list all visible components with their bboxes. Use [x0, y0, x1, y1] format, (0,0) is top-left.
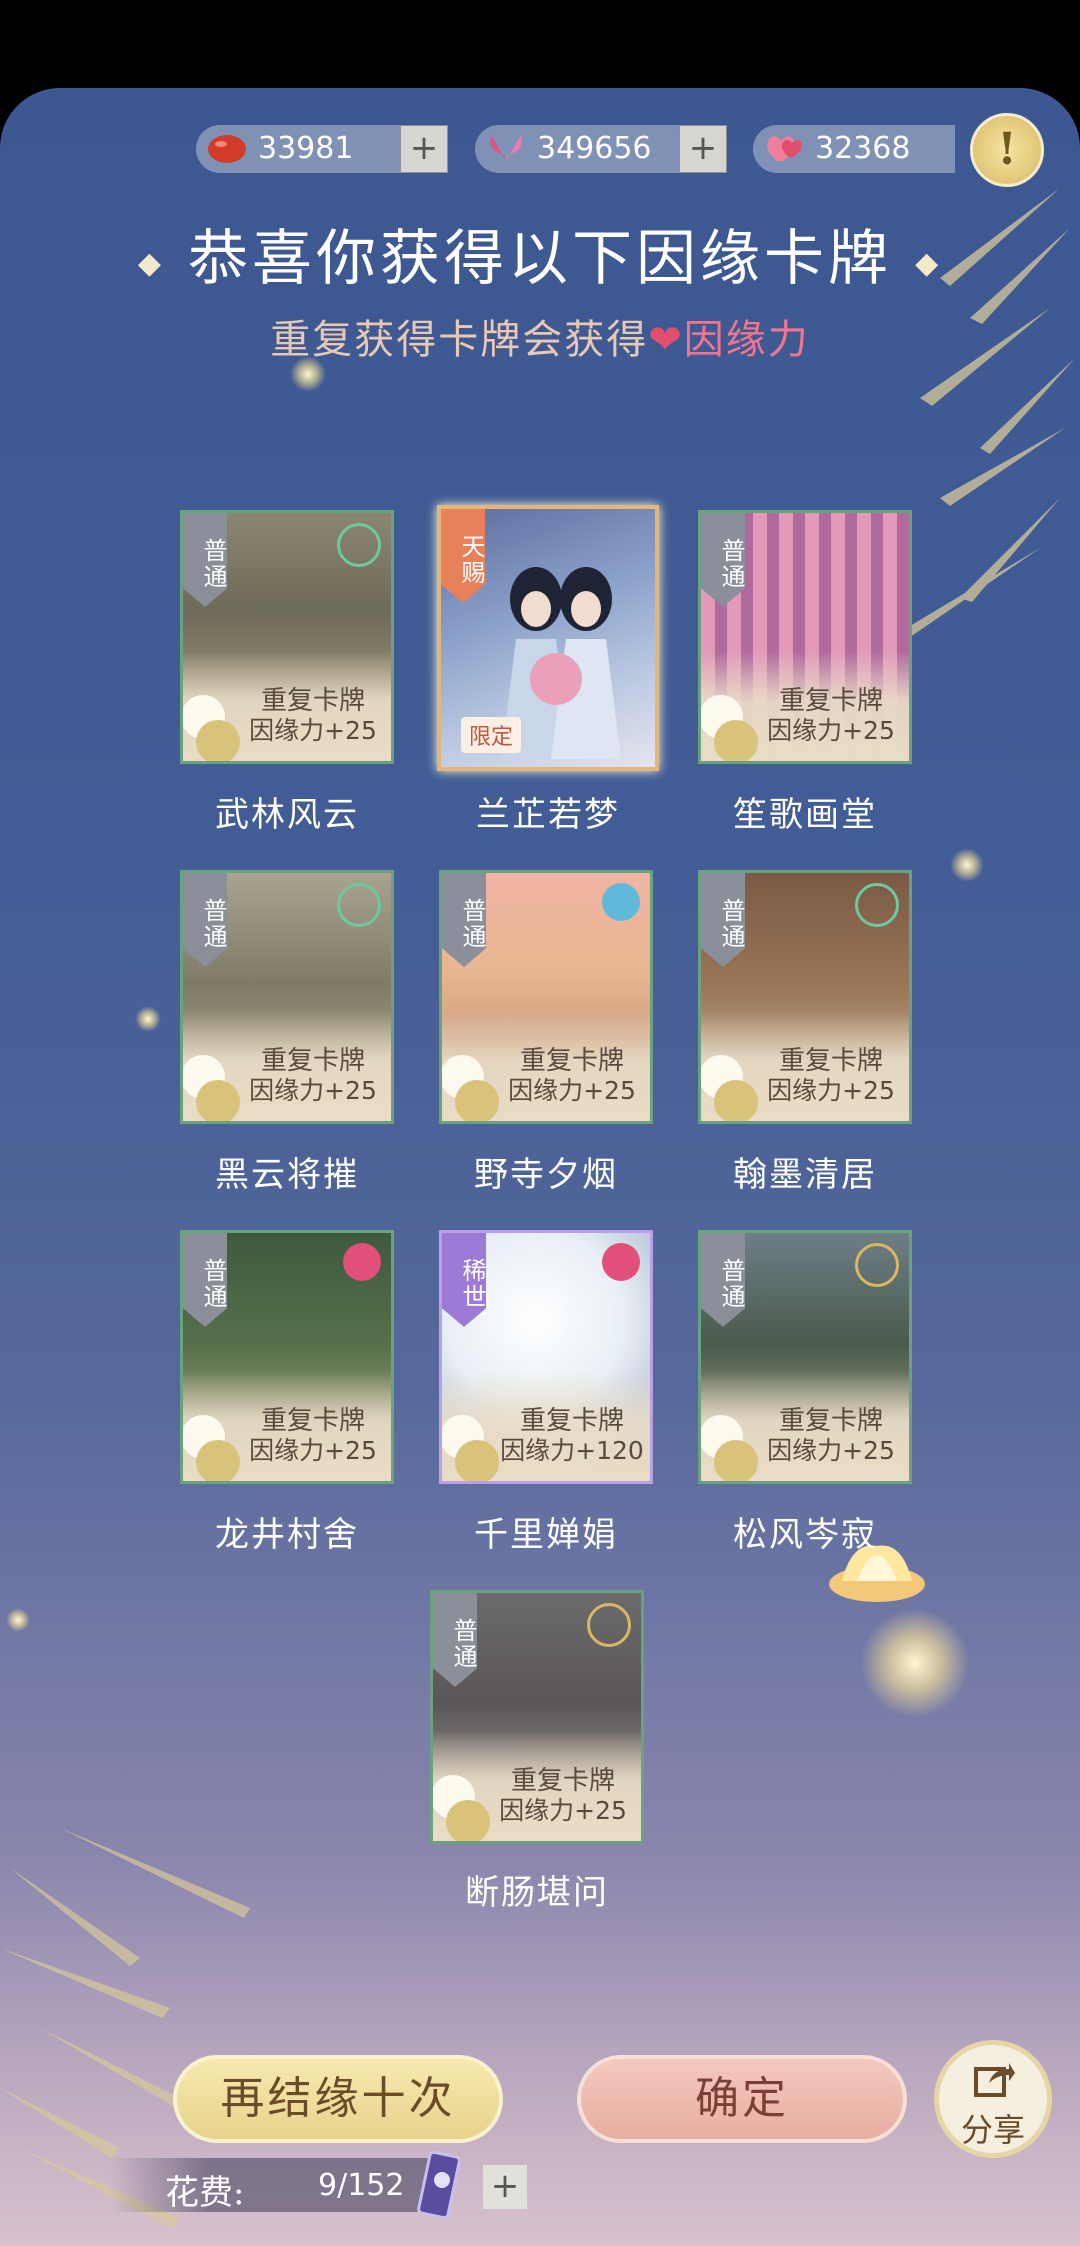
light-orb	[6, 1608, 30, 1632]
limited-tag: 限定	[461, 717, 522, 753]
card-name: 笙歌画堂	[733, 795, 877, 835]
bonus-label: 因缘力+25	[508, 1076, 636, 1105]
subtitle-prefix: 重复获得卡牌会获得	[270, 317, 649, 363]
rank-badge: 天赐	[441, 509, 485, 603]
confirm-button[interactable]: 确定	[577, 2055, 907, 2143]
fish-icon	[602, 883, 640, 921]
butterfly-icon	[490, 135, 522, 161]
card-name: 断肠堪问	[465, 1873, 609, 1913]
share-icon	[974, 2063, 1015, 2097]
add-butterfly-button[interactable]: +	[679, 125, 727, 173]
red-bean-amount: 33981	[258, 131, 354, 166]
bonus-label: 因缘力+25	[767, 1436, 895, 1465]
rank-badge: 普通	[183, 513, 227, 607]
card-songfeng[interactable]: 普通 重复卡牌 因缘力+25	[698, 1230, 912, 1484]
plum-flower-icon	[602, 1243, 640, 1281]
bonus-label: 因缘力+25	[249, 1076, 377, 1105]
bonus-label: 因缘力+120	[500, 1436, 644, 1465]
ticket-icon	[417, 2150, 461, 2220]
hearts-icon: ❤	[648, 317, 684, 363]
card-wulin[interactable]: 普通 重复卡牌 因缘力+25	[180, 510, 394, 764]
rank-badge: 普通	[183, 873, 227, 967]
share-button[interactable]: 分享	[934, 2040, 1052, 2158]
title-text: 恭喜你获得以下因缘卡牌	[188, 224, 892, 294]
share-label: 分享	[960, 2111, 1025, 2149]
bonus-label: 因缘力+25	[249, 716, 377, 745]
currency-butterfly: 349656 +	[475, 125, 727, 173]
bonus-label: 因缘力+25	[767, 1076, 895, 1105]
currency-fate: 32368	[753, 125, 955, 173]
rank-badge: 普通	[701, 1233, 745, 1327]
butterfly-amount: 349656	[537, 131, 652, 166]
bonus-label: 因缘力+25	[767, 716, 895, 745]
diamond-icon: ◆	[915, 245, 943, 281]
bonus-label: 因缘力+25	[249, 1436, 377, 1465]
draw-ten-again-button[interactable]: 再结缘十次	[173, 2055, 503, 2143]
card-heiyun[interactable]: 普通 重复卡牌 因缘力+25	[180, 870, 394, 1124]
hearts-icon	[767, 136, 802, 161]
sword-icon	[855, 883, 899, 927]
plum-flower-icon	[343, 1243, 381, 1281]
card-lanzhi[interactable]: 天赐 限定	[437, 505, 659, 771]
light-orb	[950, 848, 984, 882]
light-orb	[135, 1006, 161, 1032]
sword-icon	[337, 883, 381, 927]
rank-badge: 普通	[701, 873, 745, 967]
card-name: 松风岑寂	[733, 1515, 877, 1555]
add-ticket-button[interactable]: +	[483, 2165, 527, 2209]
card-name: 黑云将摧	[215, 1155, 359, 1195]
card-longjing[interactable]: 普通 重复卡牌 因缘力+25	[180, 1230, 394, 1484]
rank-badge: 普通	[183, 1233, 227, 1327]
light-orb	[860, 1608, 970, 1718]
card-shengge[interactable]: 普通 重复卡牌 因缘力+25	[698, 510, 912, 764]
rank-badge: 普通	[701, 513, 745, 607]
card-hanmo[interactable]: 普通 重复卡牌 因缘力+25	[698, 870, 912, 1124]
page-title: ◆ 恭喜你获得以下因缘卡牌 ◆	[0, 210, 1080, 297]
subtitle-highlight: 因缘力	[683, 317, 810, 363]
fate-amount: 32368	[815, 131, 911, 166]
cost-label: 花费:	[165, 2173, 245, 2213]
card-qianli[interactable]: 稀世 重复卡牌 因缘力+120	[439, 1230, 653, 1484]
info-button[interactable]: !	[970, 113, 1044, 187]
coin-icon	[855, 1243, 899, 1287]
card-name: 野寺夕烟	[474, 1155, 618, 1195]
card-duanchang[interactable]: 普通 重复卡牌 因缘力+25	[430, 1590, 644, 1844]
rank-badge: 普通	[433, 1593, 477, 1687]
card-name: 翰墨清居	[733, 1155, 877, 1195]
page-subtitle: 重复获得卡牌会获得❤因缘力	[0, 307, 1080, 365]
card-name: 千里婵娟	[474, 1515, 618, 1555]
red-bean-icon	[208, 135, 246, 163]
rank-badge: 普通	[442, 873, 486, 967]
bonus-label: 因缘力+25	[499, 1796, 627, 1825]
card-name: 武林风云	[215, 795, 359, 835]
card-yesi[interactable]: 普通 重复卡牌 因缘力+25	[439, 870, 653, 1124]
card-name: 兰芷若梦	[476, 795, 620, 835]
diamond-icon: ◆	[137, 245, 165, 281]
coin-icon	[587, 1603, 631, 1647]
card-name: 龙井村舍	[215, 1515, 359, 1555]
sword-icon	[337, 523, 381, 567]
add-red-bean-button[interactable]: +	[400, 125, 448, 173]
cost-value: 9/152	[318, 2168, 405, 2203]
rank-badge: 稀世	[442, 1233, 486, 1327]
currency-red-bean: 33981 +	[196, 125, 448, 173]
